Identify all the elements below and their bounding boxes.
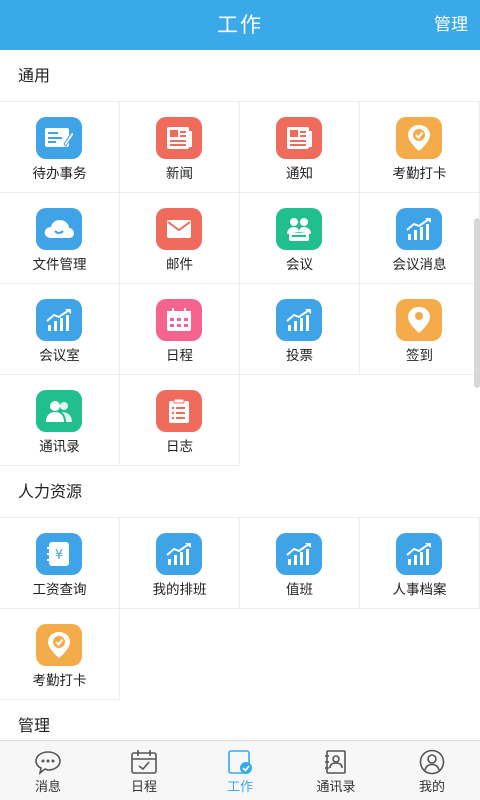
app-label: 通知	[286, 166, 313, 182]
app-label: 工资查询	[32, 582, 87, 598]
app-meeting[interactable]: 会议	[240, 193, 360, 284]
app-attendance-hr[interactable]: 考勤打卡	[0, 609, 120, 700]
section-title-management: 管理	[0, 700, 480, 740]
app-meeting-room[interactable]: 会议室	[0, 284, 120, 375]
scrollbar[interactable]	[474, 218, 480, 388]
app-vote[interactable]: 投票	[240, 284, 360, 375]
chart-up-icon	[276, 533, 322, 575]
nav-label: 日程	[130, 780, 157, 795]
app-label: 考勤打卡	[32, 673, 87, 689]
app-label: 日志	[166, 439, 193, 455]
page-title: 工作	[217, 13, 263, 37]
app-label: 会议消息	[392, 257, 447, 273]
app-log[interactable]: 日志	[120, 375, 240, 466]
app-label: 会议室	[39, 348, 80, 364]
app-label: 投票	[286, 348, 313, 364]
app-on-duty[interactable]: 值班	[240, 518, 360, 609]
meeting-people-icon	[276, 208, 322, 250]
cloud-icon	[36, 208, 82, 250]
nav-messages[interactable]: 消息	[0, 741, 96, 800]
newspaper-icon	[156, 117, 202, 159]
calendar-check-icon	[131, 750, 157, 774]
hr-grid: ¥ 工资查询 我的排班 值班 人事档案 考勤打卡	[0, 518, 480, 700]
app-label: 会议	[286, 257, 313, 273]
app-label: 邮件	[166, 257, 193, 273]
mail-icon	[156, 208, 202, 250]
notice-icon	[276, 117, 322, 159]
app-my-shifts[interactable]: 我的排班	[120, 518, 240, 609]
app-salary[interactable]: ¥ 工资查询	[0, 518, 120, 609]
chart-up-icon	[396, 533, 442, 575]
location-pin-icon	[396, 299, 442, 341]
app-label: 值班	[286, 582, 313, 598]
address-book-icon	[325, 750, 346, 774]
app-file-manager[interactable]: 文件管理	[0, 193, 120, 284]
app-sign-in[interactable]: 签到	[360, 284, 480, 375]
app-label: 我的排班	[152, 582, 207, 598]
app-label: 日程	[166, 348, 193, 364]
user-icon	[419, 749, 445, 775]
app-attendance[interactable]: 考勤打卡	[360, 102, 480, 193]
app-label: 签到	[406, 348, 433, 364]
top-bar: 工作 管理	[0, 0, 480, 50]
chart-up-icon	[36, 299, 82, 341]
app-contacts[interactable]: 通讯录	[0, 375, 120, 466]
general-grid: 待办事务 新闻 通知 考勤打卡 文件管理 邮件 会议 会议消息 会议室 日程 投…	[0, 102, 480, 466]
section-title-general: 通用	[0, 50, 480, 102]
nav-me[interactable]: 我的	[384, 741, 480, 800]
app-label: 待办事务	[32, 166, 87, 182]
chart-up-icon	[156, 533, 202, 575]
app-meeting-messages[interactable]: 会议消息	[360, 193, 480, 284]
app-label: 通讯录	[39, 439, 80, 455]
app-label: 考勤打卡	[392, 166, 447, 182]
work-check-icon	[228, 750, 252, 774]
app-label: 文件管理	[32, 257, 87, 273]
app-mail[interactable]: 邮件	[120, 193, 240, 284]
salary-icon: ¥	[36, 533, 82, 575]
app-notice[interactable]: 通知	[240, 102, 360, 193]
work-content[interactable]: 通用 待办事务 新闻 通知 考勤打卡 文件管理 邮件 会议 会议消息 会议室 日…	[0, 50, 480, 740]
app-news[interactable]: 新闻	[120, 102, 240, 193]
chat-bubble-icon	[35, 751, 61, 775]
app-label: 人事档案	[392, 582, 447, 598]
clock-in-pin-icon	[396, 117, 442, 159]
log-clipboard-icon	[156, 390, 202, 432]
nav-label: 消息	[34, 780, 61, 795]
section-title-hr: 人力资源	[0, 466, 480, 518]
svg-text:¥: ¥	[55, 548, 63, 563]
nav-schedule[interactable]: 日程	[96, 741, 192, 800]
app-todo[interactable]: 待办事务	[0, 102, 120, 193]
bottom-nav: 消息 日程 工作 通讯录 我的	[0, 740, 480, 800]
nav-label: 通讯录	[316, 780, 356, 795]
chart-up-icon	[276, 299, 322, 341]
calendar-icon	[156, 299, 202, 341]
clock-in-pin-icon	[36, 624, 82, 666]
nav-work[interactable]: 工作	[192, 741, 288, 800]
nav-contacts[interactable]: 通讯录	[288, 741, 384, 800]
todo-icon	[36, 117, 82, 159]
app-personnel-files[interactable]: 人事档案	[360, 518, 480, 609]
chart-up-icon	[396, 208, 442, 250]
manage-button[interactable]: 管理	[434, 0, 468, 50]
nav-label: 工作	[226, 780, 253, 795]
contacts-icon	[36, 390, 82, 432]
app-label: 新闻	[166, 166, 193, 182]
app-schedule[interactable]: 日程	[120, 284, 240, 375]
nav-label: 我的	[418, 780, 445, 795]
